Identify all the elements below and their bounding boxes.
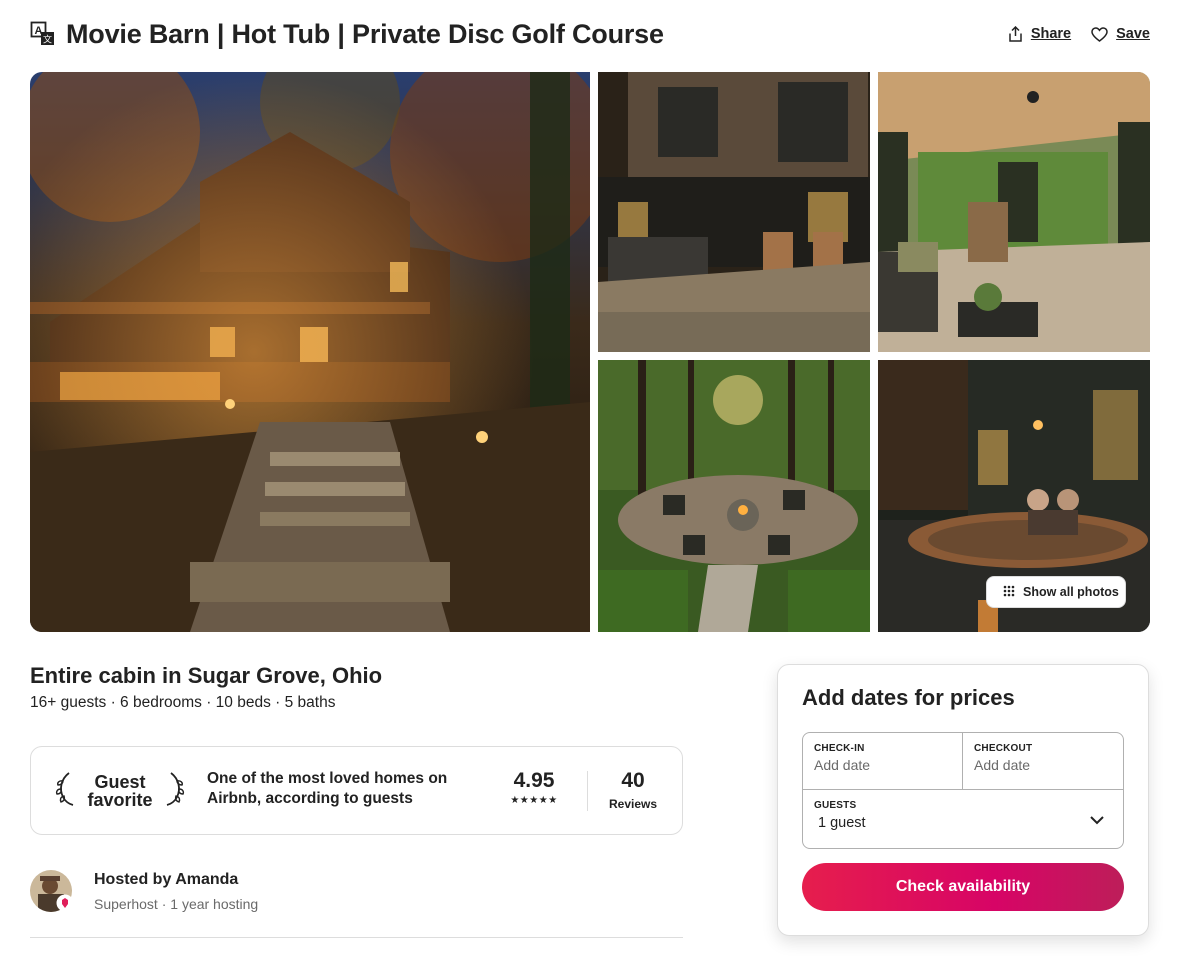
guest-favorite-description: One of the most loved homes on Airbnb, a… — [207, 770, 448, 807]
reviews-block[interactable]: 40 Reviews — [603, 769, 663, 811]
checkout-field[interactable]: CHECKOUT Add date — [963, 733, 1123, 789]
badge-line-1: Guest — [94, 772, 146, 792]
guest-favorite-card[interactable]: Guest favorite One of the most loved hom… — [30, 746, 683, 835]
translate-icon[interactable]: A 文 — [30, 21, 56, 47]
listing-summary: 16+ guests · 6 bedrooms · 10 beds · 5 ba… — [30, 694, 336, 711]
guest-favorite-label: Guest favorite — [87, 773, 152, 809]
booking-card: Add dates for prices CHECK-IN Add date C… — [777, 664, 1149, 936]
photo-gallery: Show all photos — [30, 72, 1150, 632]
share-icon — [1008, 26, 1023, 42]
section-divider — [30, 937, 683, 938]
show-all-photos-button[interactable]: Show all photos — [986, 576, 1126, 608]
heart-icon — [1091, 26, 1108, 42]
page-title: Movie Barn | Hot Tub | Private Disc Golf… — [66, 18, 664, 49]
star-rating-icon: ★★★★★ — [510, 795, 558, 806]
reviews-count: 40 — [621, 769, 645, 792]
host-meta: Superhost · 1 year hosting — [94, 896, 259, 912]
checkout-value: Add date — [974, 757, 1031, 773]
checkin-label: CHECK-IN — [814, 743, 865, 754]
share-label: Share — [1030, 26, 1072, 42]
grid-dots-icon — [1003, 585, 1015, 600]
host-name: Hosted by Amanda — [94, 871, 239, 888]
laurel-left-icon — [55, 771, 77, 812]
photo-fire-pit[interactable] — [598, 360, 870, 632]
svg-text:文: 文 — [43, 34, 52, 46]
chevron-down-icon — [1089, 812, 1105, 830]
check-availability-button[interactable]: Check availability — [802, 863, 1124, 911]
show-all-photos-label: Show all photos — [1023, 585, 1119, 599]
photo-patio-hot-tub[interactable] — [598, 72, 870, 352]
superhost-badge-icon — [56, 894, 74, 912]
reviews-label: Reviews — [608, 797, 658, 811]
title-actions: Share Save — [1008, 22, 1150, 46]
date-guest-picker: CHECK-IN Add date CHECKOUT Add date GUES… — [802, 732, 1124, 849]
rating-divider — [587, 771, 588, 811]
guest-favorite-badge: Guest favorite — [55, 769, 185, 813]
checkout-label: CHECKOUT — [974, 743, 1033, 754]
guests-label: GUESTS — [814, 800, 857, 811]
save-button[interactable]: Save — [1091, 22, 1150, 46]
rating-block: 4.95 ★★★★★ — [501, 769, 567, 806]
title-row: A 文 Movie Barn | Hot Tub | Private Disc … — [30, 16, 1150, 52]
host-row: Hosted by Amanda Superhost · 1 year host… — [30, 868, 683, 918]
photo-cabin-exterior[interactable] — [30, 72, 590, 632]
photo-screened-porch[interactable] — [878, 72, 1150, 352]
guests-select[interactable]: GUESTS 1 guest — [803, 789, 1123, 849]
listing-subtitle: Entire cabin in Sugar Grove, Ohio — [30, 663, 383, 688]
rating-value: 4.95 — [513, 769, 555, 792]
booking-title: Add dates for prices — [802, 685, 1015, 710]
share-button[interactable]: Share — [1008, 22, 1071, 46]
checkin-field[interactable]: CHECK-IN Add date — [803, 733, 963, 789]
save-label: Save — [1116, 26, 1150, 42]
guests-value: 1 guest — [818, 815, 866, 831]
laurel-right-icon — [163, 771, 185, 812]
badge-line-2: favorite — [87, 790, 153, 810]
checkin-value: Add date — [814, 757, 871, 773]
